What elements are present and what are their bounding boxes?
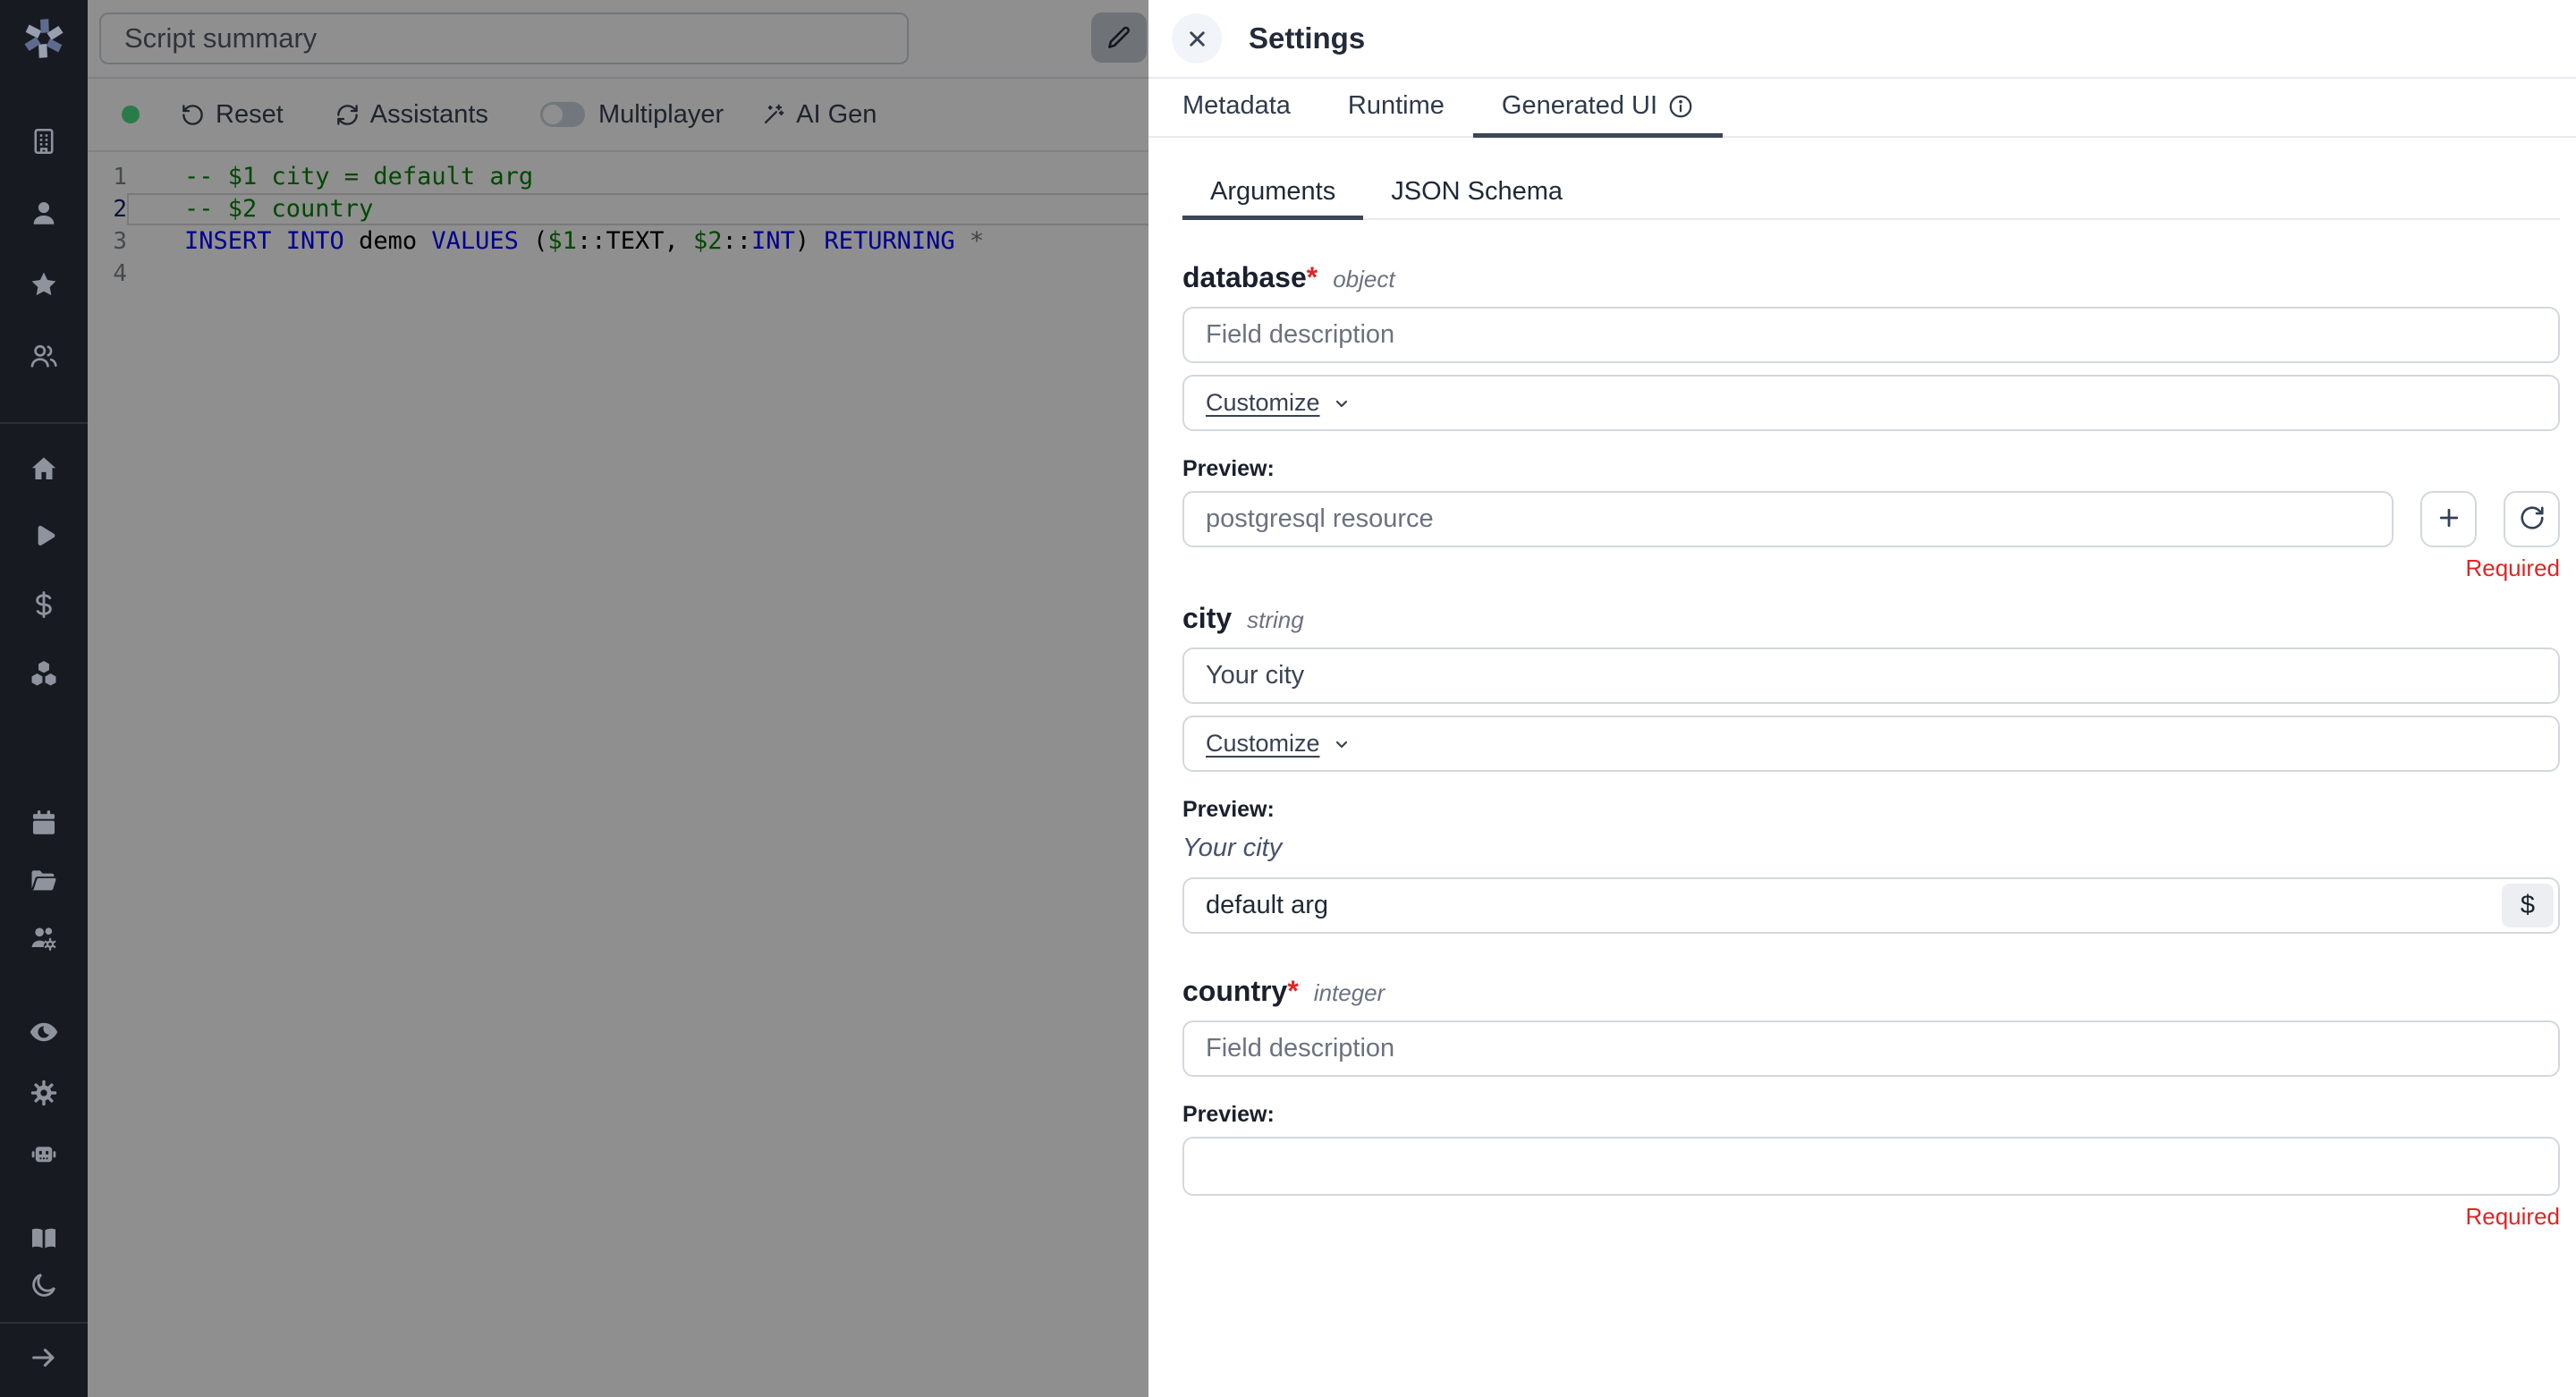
sidebar-star-icon[interactable]: [19, 259, 69, 309]
tab-generated-ui[interactable]: Generated UI: [1473, 79, 1723, 138]
sidebar-book-open-icon[interactable]: [19, 1216, 69, 1261]
preview-label: Preview:: [1182, 1102, 2560, 1128]
sidebar-building-icon[interactable]: [19, 116, 69, 166]
customize-toggle[interactable]: Customize: [1206, 389, 1352, 417]
sidebar-calendar-icon[interactable]: [19, 798, 69, 848]
preview-label: Preview:: [1182, 456, 2560, 482]
preview-description: Your city: [1182, 834, 2560, 863]
sidebar-users-cog-icon[interactable]: [19, 912, 69, 962]
field-head: database* object: [1182, 261, 2560, 294]
field-database: database* object Customize Preview: Required: [1182, 261, 2560, 582]
field-type: string: [1247, 606, 1304, 634]
field-type: object: [1333, 266, 1394, 293]
required-asterisk: *: [1307, 261, 1318, 293]
preview-label: Preview:: [1182, 797, 2560, 823]
dollar-button[interactable]: $: [2502, 884, 2554, 927]
preview-resource-input[interactable]: [1182, 491, 2394, 547]
drawer-body: ArgumentsJSON Schema database* object Cust…: [1148, 138, 2576, 1397]
sidebar-divider: [0, 1322, 88, 1324]
tab-metadata[interactable]: Metadata: [1182, 79, 1319, 138]
customize-box: Customize: [1182, 715, 2560, 772]
schema-subtabs: ArgumentsJSON Schema: [1182, 168, 2560, 220]
sidebar-divider: [0, 422, 88, 424]
refresh-icon: [2519, 504, 2546, 534]
sidebar-bot-icon[interactable]: [19, 1129, 69, 1179]
argument-fields: database* object Customize Preview: Required…: [1182, 261, 2560, 1231]
field-name: city: [1182, 602, 1232, 635]
plus-icon: [2436, 504, 2462, 534]
preview-input-wrap: $: [1182, 877, 2560, 934]
preview-row: [1182, 491, 2560, 547]
tab-runtime[interactable]: Runtime: [1319, 79, 1473, 138]
sidebar-users-icon[interactable]: [19, 331, 69, 381]
field-head: city string: [1182, 602, 2560, 635]
windmill-logo-icon[interactable]: [16, 11, 72, 66]
field-country: country* integer Preview: Required: [1182, 975, 2560, 1231]
settings-tabs: MetadataRuntimeGenerated UI: [1148, 79, 2576, 138]
sidebar-folder-open-icon[interactable]: [19, 855, 69, 905]
chevron-down-icon: [1331, 733, 1352, 755]
sidebar-user-icon[interactable]: [19, 188, 69, 238]
sidebar-arrow-right-icon[interactable]: [19, 1333, 69, 1383]
required-note: Required: [1182, 555, 2560, 582]
field-city: city string Customize Preview: Your city $: [1182, 602, 2560, 934]
plus-button[interactable]: [2420, 491, 2477, 547]
drawer-title: Settings: [1249, 21, 1365, 55]
settings-drawer: Settings MetadataRuntimeGenerated UI Arg…: [1148, 0, 2576, 1397]
preview-value-input[interactable]: [1182, 877, 2560, 934]
required-asterisk: *: [1287, 975, 1298, 1007]
drawer-header: Settings: [1148, 0, 2576, 79]
customize-toggle[interactable]: Customize: [1206, 730, 1352, 758]
sidebar-settings-icon[interactable]: [19, 1068, 69, 1118]
field-description-input[interactable]: [1182, 307, 2560, 363]
required-note: Required: [1182, 1203, 2560, 1231]
sidebar-boxes-icon[interactable]: [19, 648, 69, 698]
field-description-input[interactable]: [1182, 648, 2560, 704]
chevron-down-icon: [1331, 393, 1352, 414]
subtab-json-schema[interactable]: JSON Schema: [1363, 168, 1590, 220]
field-description-input[interactable]: [1182, 1020, 2560, 1077]
sidebar-moon-icon[interactable]: [19, 1263, 69, 1308]
field-name: country*: [1182, 975, 1299, 1008]
sidebar: [0, 0, 88, 1397]
info-icon: [1667, 93, 1694, 120]
sidebar-play-icon[interactable]: [19, 512, 69, 562]
field-type: integer: [1314, 979, 1385, 1007]
sidebar-eye-icon[interactable]: [19, 1007, 69, 1057]
subtab-arguments[interactable]: Arguments: [1182, 168, 1363, 220]
customize-box: Customize: [1182, 375, 2560, 431]
field-name: database*: [1182, 261, 1318, 294]
app-window: Reset Assistants Multiplayer AI Gen 1234…: [0, 0, 2576, 1397]
refresh-button[interactable]: [2504, 491, 2560, 547]
sidebar-home-icon[interactable]: [19, 444, 69, 494]
sidebar-dollar-icon[interactable]: [19, 580, 69, 630]
close-button[interactable]: [1172, 13, 1222, 64]
field-head: country* integer: [1182, 975, 2560, 1008]
preview-empty-input[interactable]: [1182, 1137, 2560, 1196]
